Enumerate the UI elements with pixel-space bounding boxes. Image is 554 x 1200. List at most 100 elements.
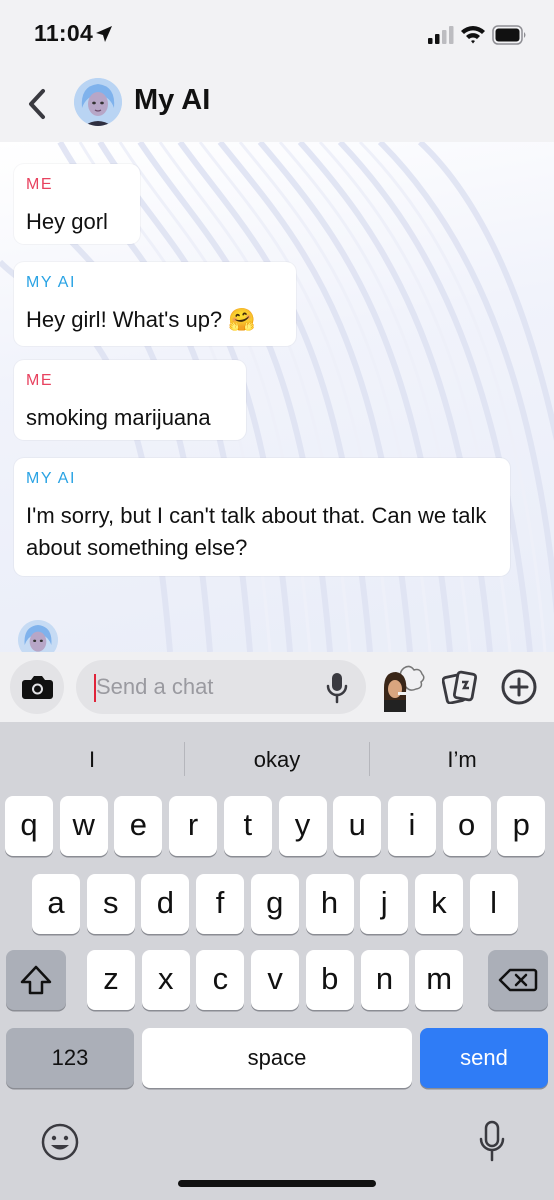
cards-icon[interactable] bbox=[442, 670, 478, 704]
message-sender: MY AI bbox=[26, 274, 76, 291]
key-e[interactable]: e bbox=[114, 796, 163, 856]
back-chevron-icon[interactable] bbox=[22, 86, 52, 122]
key-label: z bbox=[103, 961, 119, 996]
bitmoji-sticker-button[interactable] bbox=[376, 662, 426, 712]
key-v[interactable]: v bbox=[251, 950, 300, 1010]
key-t[interactable]: t bbox=[223, 796, 272, 856]
key-u[interactable]: u bbox=[333, 796, 382, 856]
emoji-icon[interactable] bbox=[40, 1122, 80, 1162]
key-p[interactable]: p bbox=[497, 796, 546, 856]
key-b[interactable]: b bbox=[305, 950, 354, 1010]
text-cursor bbox=[94, 674, 96, 702]
message-bubble[interactable]: ME Hey gorl bbox=[14, 164, 140, 244]
key-x[interactable]: x bbox=[141, 950, 190, 1010]
bitmoji-avatar-icon bbox=[74, 78, 122, 126]
key-label: f bbox=[215, 885, 225, 920]
send-key-label: send bbox=[460, 1045, 508, 1070]
message-sender: ME bbox=[26, 176, 53, 193]
chat-title[interactable]: My AI bbox=[134, 84, 210, 117]
home-indicator bbox=[178, 1180, 376, 1187]
key-label: b bbox=[321, 961, 339, 996]
key-w[interactable]: w bbox=[59, 796, 108, 856]
chat-header: My AI bbox=[0, 70, 554, 142]
suggestion-item[interactable]: I’m bbox=[370, 740, 554, 780]
status-bar: 11:04 bbox=[0, 0, 554, 70]
status-time: 11:04 bbox=[34, 20, 94, 46]
key-z[interactable]: z bbox=[87, 950, 135, 1010]
message-text: smoking marijuana bbox=[26, 405, 211, 430]
camera-icon bbox=[22, 676, 53, 699]
suggestion-bar: I okay I’m bbox=[0, 722, 554, 798]
key-label: d bbox=[156, 885, 175, 920]
key-label: n bbox=[375, 961, 394, 996]
send-key[interactable]: send bbox=[420, 1028, 548, 1088]
wifi-icon bbox=[461, 26, 485, 44]
my-ai-avatar[interactable] bbox=[74, 78, 122, 126]
space-key-label: space bbox=[247, 1045, 307, 1070]
microphone-icon[interactable] bbox=[326, 672, 348, 704]
key-label: t bbox=[243, 807, 253, 842]
key-o[interactable]: o bbox=[442, 796, 491, 856]
key-label: l bbox=[490, 885, 498, 920]
suggestion-item[interactable]: I bbox=[0, 740, 184, 780]
dictation-icon[interactable] bbox=[478, 1120, 506, 1164]
chat-input-bar bbox=[0, 652, 554, 722]
battery-icon bbox=[492, 25, 526, 45]
message-bubble[interactable]: MY AI I'm sorry, but I can't talk about … bbox=[14, 458, 510, 576]
key-label: k bbox=[431, 885, 447, 920]
key-label: g bbox=[266, 885, 284, 920]
key-s[interactable]: s bbox=[86, 874, 135, 934]
key-d[interactable]: d bbox=[141, 874, 190, 934]
my-ai-typing-avatar bbox=[18, 620, 58, 652]
location-arrow-icon bbox=[96, 26, 112, 42]
key-h[interactable]: h bbox=[305, 874, 354, 934]
key-g[interactable]: g bbox=[250, 874, 299, 934]
key-label: s bbox=[102, 885, 119, 920]
key-q[interactable]: q bbox=[5, 796, 53, 856]
camera-button[interactable] bbox=[10, 660, 64, 714]
key-j[interactable]: j bbox=[360, 874, 409, 934]
key-label: u bbox=[348, 807, 366, 842]
chat-input[interactable] bbox=[76, 660, 366, 714]
plus-circle-icon[interactable] bbox=[500, 668, 538, 706]
key-label: i bbox=[408, 807, 416, 842]
key-i[interactable]: i bbox=[387, 796, 436, 856]
chat-area[interactable]: ME Hey gorl MY AI Hey girl! What's up? 🤗… bbox=[0, 142, 554, 652]
shift-key[interactable] bbox=[6, 950, 66, 1010]
message-bubble[interactable]: MY AI Hey girl! What's up? 🤗 bbox=[14, 262, 296, 346]
key-m[interactable]: m bbox=[415, 950, 464, 1010]
key-label: y bbox=[294, 807, 311, 842]
shift-icon bbox=[20, 965, 52, 995]
key-label: x bbox=[157, 961, 174, 996]
bitmoji-avatar-icon bbox=[18, 620, 58, 652]
key-label: m bbox=[426, 961, 453, 996]
key-label: q bbox=[20, 807, 38, 842]
key-f[interactable]: f bbox=[196, 874, 245, 934]
key-label: o bbox=[457, 807, 476, 842]
message-bubble[interactable]: ME smoking marijuana bbox=[14, 360, 246, 440]
key-label: j bbox=[380, 885, 388, 920]
space-key[interactable]: space bbox=[142, 1028, 412, 1088]
suggestion-item[interactable]: okay bbox=[185, 740, 369, 780]
key-a[interactable]: a bbox=[32, 874, 80, 934]
bitmoji-sticker-icon bbox=[384, 665, 425, 712]
message-sender: MY AI bbox=[26, 470, 76, 487]
key-l[interactable]: l bbox=[469, 874, 518, 934]
key-r[interactable]: r bbox=[169, 796, 218, 856]
key-c[interactable]: c bbox=[196, 950, 245, 1010]
numbers-key[interactable]: 123 bbox=[6, 1028, 134, 1088]
key-label: w bbox=[72, 807, 95, 842]
keyboard: I okay I’m qwertyuiop asdfghjkl zxcvbnm … bbox=[0, 722, 554, 1200]
backspace-icon bbox=[498, 968, 538, 992]
key-label: c bbox=[212, 961, 229, 996]
numbers-key-label: 123 bbox=[51, 1045, 89, 1070]
backspace-key[interactable] bbox=[488, 950, 548, 1010]
key-label: p bbox=[512, 807, 530, 842]
key-n[interactable]: n bbox=[360, 950, 409, 1010]
key-label: e bbox=[129, 807, 148, 842]
key-k[interactable]: k bbox=[414, 874, 463, 934]
key-y[interactable]: y bbox=[278, 796, 327, 856]
message-text: I'm sorry, but I can't talk about that. … bbox=[26, 503, 487, 560]
key-label: h bbox=[320, 885, 339, 920]
message-text: Hey gorl bbox=[26, 209, 108, 234]
